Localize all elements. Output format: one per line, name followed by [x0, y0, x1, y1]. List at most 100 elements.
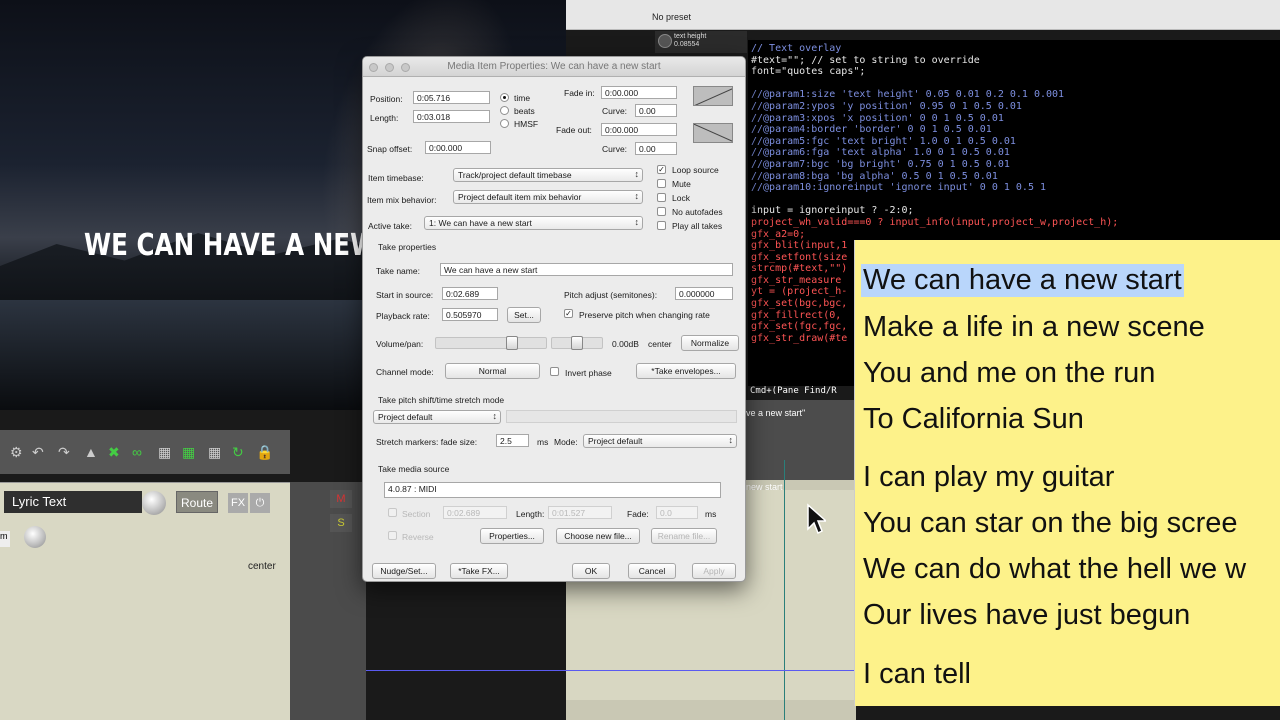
no-autofades-checkbox[interactable] [657, 207, 666, 216]
lock-label: Lock [672, 193, 690, 203]
lyric-line-selected[interactable]: We can have a new start [861, 264, 1184, 297]
fx-button[interactable]: FX [228, 493, 248, 513]
channel-mode-button[interactable]: Normal [445, 363, 540, 379]
section-start-field[interactable]: 0:02.689 [443, 506, 507, 519]
preserve-pitch-checkbox[interactable]: ✓ [564, 309, 573, 318]
fx-bypass-icon[interactable]: ⏻ [250, 493, 270, 513]
lyric-line[interactable]: Make a life in a new scene [863, 311, 1205, 344]
fade-out-shape-icon[interactable] [693, 123, 733, 143]
ok-button[interactable]: OK [572, 563, 610, 579]
position-field[interactable]: 0:05.716 [413, 91, 490, 104]
solo-button[interactable]: S [330, 514, 352, 532]
apply-button[interactable]: Apply [692, 563, 736, 579]
lyric-line[interactable]: You can star on the big scree [863, 507, 1238, 540]
normalize-button[interactable]: Normalize [681, 335, 739, 351]
lyric-line[interactable]: I can play my guitar [863, 461, 1114, 494]
lyric-line[interactable]: To California Sun [863, 403, 1084, 436]
pan-slider-thumb[interactable] [571, 336, 583, 350]
active-take-select[interactable]: 1: We can have a new start [424, 216, 643, 230]
stretch-markers-label: Stretch markers: fade size: [376, 437, 478, 447]
route-button[interactable]: Route [176, 491, 218, 513]
metronome-icon[interactable]: ▲ [84, 444, 98, 460]
undo-icon[interactable]: ↶ [32, 444, 44, 461]
loop-source-checkbox[interactable]: ✓ [657, 165, 666, 174]
pitch-adjust-field[interactable]: 0.000000 [675, 287, 733, 300]
preserve-pitch-label: Preserve pitch when changing rate [579, 310, 710, 320]
fade-in-curve-field[interactable]: 0.00 [635, 104, 677, 117]
snap-icon[interactable]: ▦ [182, 444, 195, 461]
length-field[interactable]: 0:03.018 [413, 110, 490, 123]
lyric-line[interactable]: We can do what the hell we w [863, 553, 1246, 586]
active-take-label: Active take: [368, 221, 412, 231]
item-mix-select[interactable]: Project default item mix behavior [453, 190, 643, 204]
code-line: project_wh_valid===0 ? input_info(input,… [751, 216, 1119, 228]
pitch-shift-mode-select[interactable]: Project default [373, 410, 501, 424]
minimize-icon[interactable] [385, 63, 394, 72]
snap-offset-field[interactable]: 0:00.000 [425, 141, 491, 154]
grid-icon[interactable]: ▦ [158, 444, 171, 461]
lock-icon[interactable]: 🔒 [256, 444, 273, 461]
pan-value: center [648, 339, 672, 349]
mute-checkbox[interactable] [657, 179, 666, 188]
play-all-takes-checkbox[interactable] [657, 221, 666, 230]
lock-grid-icon[interactable]: ▦ [208, 444, 221, 461]
fade-out-curve-field[interactable]: 0.00 [635, 142, 677, 155]
lyric-line[interactable]: Our lives have just begun [863, 599, 1190, 632]
loop-icon[interactable]: ↻ [232, 444, 244, 461]
choose-new-file-button[interactable]: Choose new file... [556, 528, 640, 544]
invert-phase-checkbox[interactable] [550, 367, 559, 376]
lyric-line[interactable]: You and me on the run [863, 357, 1155, 390]
source-fade-ms: ms [705, 509, 717, 519]
take-fx-button[interactable]: *Take FX... [450, 563, 508, 579]
lyric-line[interactable]: I can tell [863, 658, 971, 691]
envelope-line[interactable] [366, 670, 856, 671]
take-name-field[interactable]: We can have a new start [440, 263, 733, 276]
preset-dropdown[interactable]: No preset [652, 12, 691, 22]
param-knob[interactable]: text height 0.08554 [655, 31, 747, 53]
stretch-fade-size-field[interactable]: 2.5 [496, 434, 529, 447]
fade-in-label: Fade in: [564, 88, 595, 98]
fade-in-field[interactable]: 0:00.000 [601, 86, 677, 99]
settings-icon[interactable]: ⚙ [10, 444, 23, 461]
zoom-icon[interactable] [401, 63, 410, 72]
reverse-checkbox[interactable] [388, 531, 397, 540]
timebase-hmsf-radio[interactable] [500, 119, 509, 128]
code-line: gfx_a2=0; [751, 228, 806, 240]
rename-file-button[interactable]: Rename file... [651, 528, 717, 544]
volume-slider[interactable] [435, 337, 547, 349]
code-line: //@param7:bgc 'bg bright' 0.75 0 1 0.5 0… [751, 158, 1010, 170]
item-timebase-select[interactable]: Track/project default timebase [453, 168, 643, 182]
fade-in-shape-icon[interactable] [693, 86, 733, 106]
dialog-title[interactable]: Media Item Properties: We can have a new… [363, 57, 745, 77]
nudge-set-button[interactable]: Nudge/Set... [372, 563, 436, 579]
mute-button[interactable]: M [330, 490, 352, 508]
redo-icon[interactable]: ↷ [58, 444, 70, 461]
source-fade-field[interactable]: 0.0 [656, 506, 698, 519]
volume-slider-thumb[interactable] [506, 336, 518, 350]
edit-cursor [784, 460, 785, 720]
fade-out-field[interactable]: 0:00.000 [601, 123, 677, 136]
volume-knob[interactable] [142, 491, 166, 515]
cancel-button[interactable]: Cancel [628, 563, 676, 579]
timebase-beats-radio[interactable] [500, 106, 509, 115]
set-rate-button[interactable]: Set... [507, 307, 541, 323]
stretch-mode-select[interactable]: Project default [583, 434, 737, 448]
pan-knob[interactable] [24, 526, 46, 548]
lyrics-panel[interactable]: We can have a new start Make a life in a … [854, 240, 1280, 706]
ripple-icon[interactable]: ✖ [108, 444, 120, 461]
section-checkbox[interactable] [388, 508, 397, 517]
playback-rate-field[interactable]: 0.505970 [442, 308, 498, 321]
mini-label: m [0, 531, 10, 547]
take-envelopes-button[interactable]: *Take envelopes... [636, 363, 736, 379]
lock-checkbox[interactable] [657, 193, 666, 202]
position-label: Position: [370, 94, 403, 104]
properties-button[interactable]: Properties... [480, 528, 544, 544]
source-length-field[interactable]: 0:01.527 [548, 506, 612, 519]
knob-dial-icon[interactable] [658, 34, 672, 48]
link-icon[interactable]: ∞ [132, 444, 142, 460]
timebase-time-radio[interactable] [500, 93, 509, 102]
close-icon[interactable] [369, 63, 378, 72]
track-name[interactable]: Lyric Text [4, 491, 142, 513]
reverse-label: Reverse [402, 532, 434, 542]
start-in-source-field[interactable]: 0:02.689 [442, 287, 498, 300]
